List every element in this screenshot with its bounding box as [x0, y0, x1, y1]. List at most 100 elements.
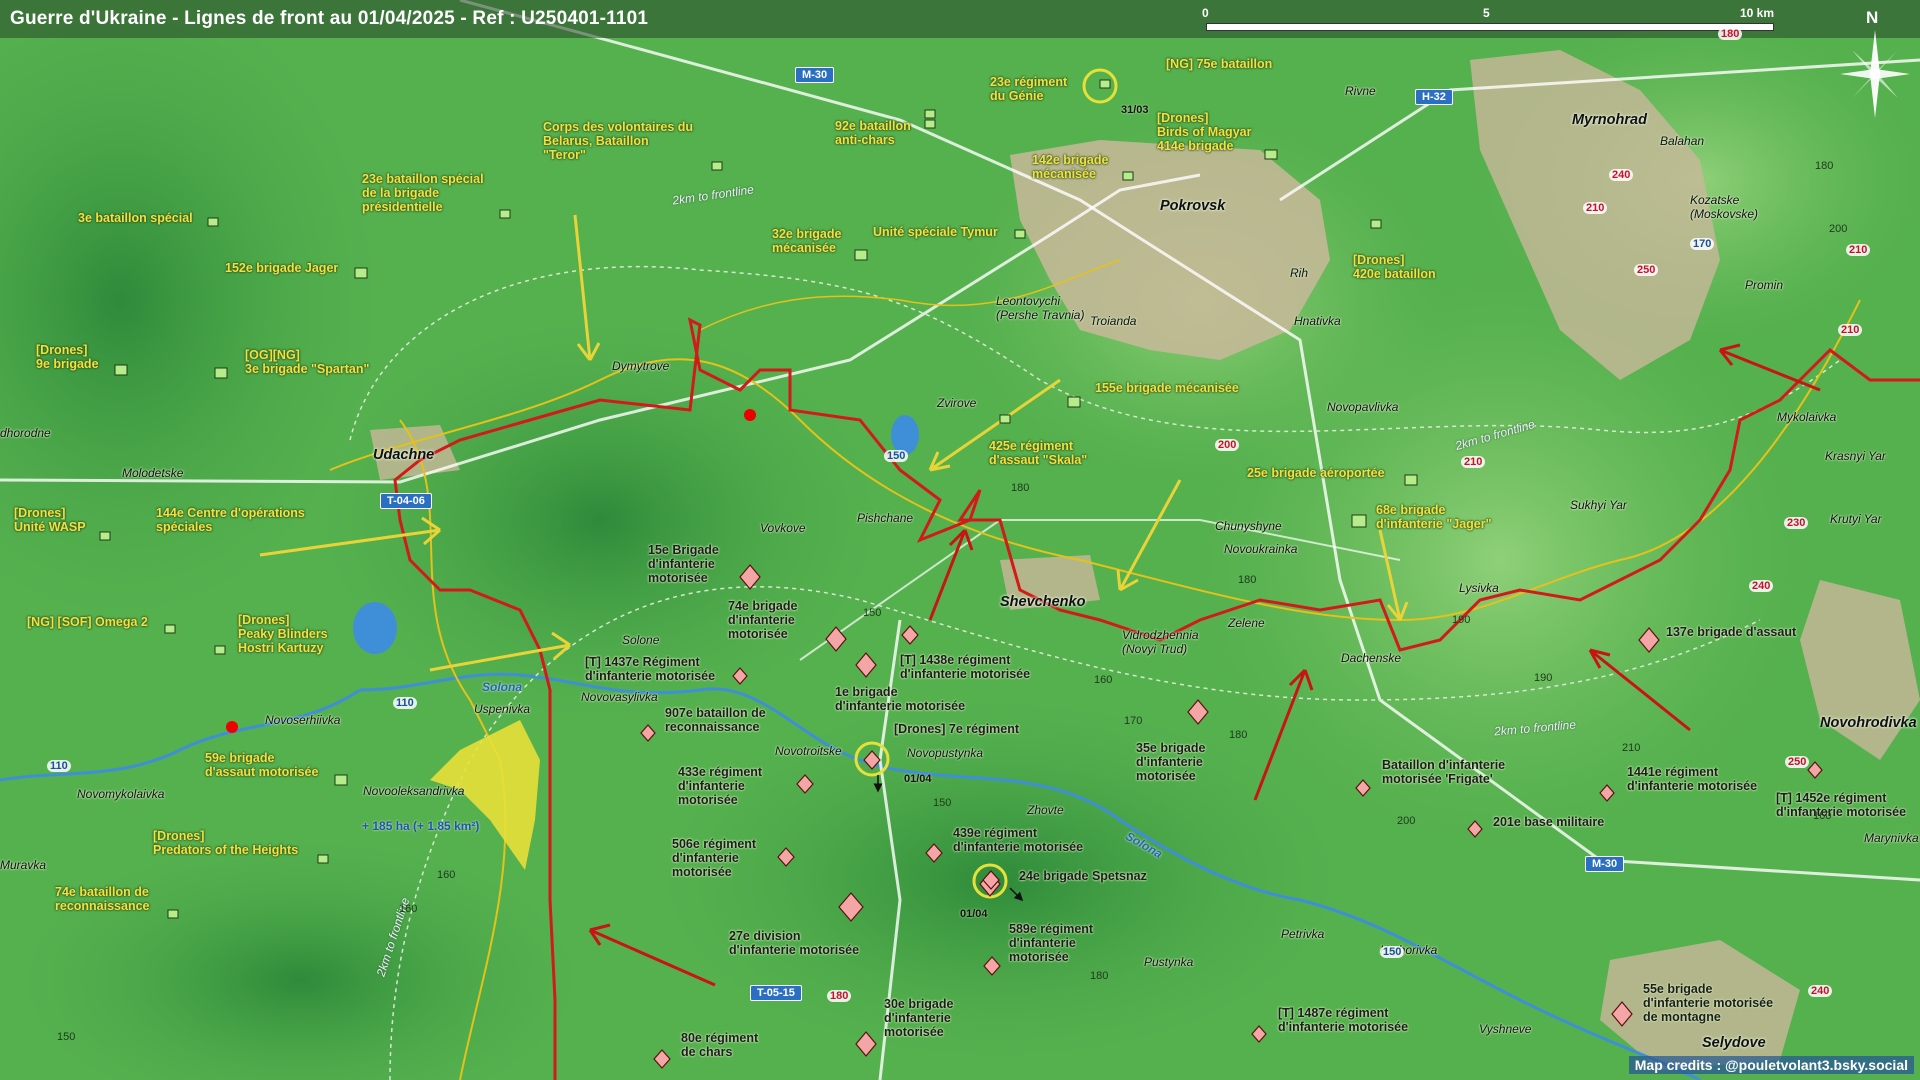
route-number: 250 — [1785, 756, 1810, 768]
ua-unit-label[interactable]: [Drones] Birds of Magyar 414e brigade — [1157, 111, 1251, 153]
ru-unit-label[interactable]: 201e base militaire — [1493, 815, 1604, 829]
ru-unit-label[interactable]: 1e brigade d'infanterie motorisée — [835, 685, 965, 713]
elevation-label: 180 — [1229, 729, 1248, 741]
town-label: Sukhyi Yar — [1570, 498, 1627, 512]
town-label: Molodetske — [122, 466, 184, 480]
ua-unit-label[interactable]: [OG][NG] 3e brigade "Spartan" — [245, 348, 369, 376]
route-number: 200 — [1215, 439, 1240, 451]
ru-unit-label[interactable]: 35e brigade d'infanterie motorisée — [1136, 741, 1205, 783]
ua-unit-label[interactable]: 68e brigade d'infanterie "Jager" — [1376, 503, 1492, 531]
ua-unit-label[interactable]: 25e brigade aéroportée — [1247, 466, 1385, 480]
scale-bar: 0 5 10 km — [1200, 6, 1780, 34]
ua-unit-label[interactable]: [NG] [SOF] Omega 2 — [27, 615, 148, 629]
route-number: 210 — [1838, 324, 1863, 336]
town-label: Novopavlivka — [1327, 400, 1399, 414]
ua-unit-label[interactable]: 23e bataillon spécial de la brigade prés… — [362, 172, 484, 214]
ru-unit-label[interactable]: 74e brigade d'infanterie motorisée — [728, 599, 797, 641]
elevation-label: 200 — [1397, 815, 1416, 827]
ru-unit-label[interactable]: 27e division d'infanterie motorisée — [729, 929, 859, 957]
ru-unit-label[interactable]: 907e bataillon de reconnaissance — [665, 706, 766, 734]
ru-unit-label[interactable]: 55e brigade d'infanterie motorisée de mo… — [1643, 982, 1773, 1024]
elevation-label: 200 — [1829, 223, 1848, 235]
town-label: Novoukrainka — [1224, 542, 1298, 556]
ua-unit-label[interactable]: 425e régiment d'assaut "Skala" — [989, 439, 1087, 467]
scale-label-10: 10 km — [1740, 6, 1775, 20]
town-label: Zhovte — [1027, 803, 1064, 817]
ru-unit-label[interactable]: 137e brigade d'assaut — [1666, 625, 1796, 639]
town-label: Solone — [622, 633, 660, 647]
ua-unit-label[interactable]: [NG] 75e bataillon — [1166, 57, 1272, 71]
town-label: Dymytrove — [612, 359, 670, 373]
ua-unit-label[interactable]: 3e bataillon spécial — [78, 211, 193, 225]
ua-unit-label[interactable]: Corps des volontaires du Belarus, Batail… — [543, 120, 693, 162]
ru-unit-label[interactable]: 80e régiment de chars — [681, 1031, 758, 1059]
town-label: Vyshneve — [1479, 1022, 1532, 1036]
ru-unit-label[interactable]: [Drones] 7e régiment — [894, 722, 1019, 736]
town-label: Vovkove — [760, 521, 806, 535]
ua-unit-label[interactable]: [Drones] Peaky Blinders Hostri Kartuzy — [238, 613, 328, 655]
town-label: Krutyi Yar — [1830, 512, 1882, 526]
elevation-label: 150 — [933, 797, 952, 809]
ua-unit-label[interactable]: 32e brigade mécanisée — [772, 227, 841, 255]
route-number: 210 — [1461, 456, 1486, 468]
ua-unit-label[interactable]: 142e brigade mécanisée — [1032, 153, 1108, 181]
elevation-label: 180 — [1815, 160, 1834, 172]
ru-unit-label[interactable]: [T] 1452e régiment d'infanterie motorisé… — [1776, 791, 1906, 819]
town-label: Novomykolaivka — [77, 787, 165, 801]
town-label: Marynivka — [1864, 831, 1919, 845]
town-label: Chunyshyne — [1215, 519, 1282, 533]
town-label: Krasnyi Yar — [1825, 449, 1886, 463]
road-sign: T-04-06 — [380, 493, 432, 509]
ru-unit-label[interactable]: 24e brigade Spetsnaz — [1019, 869, 1147, 883]
front-line-map[interactable]: Guerre d'Ukraine - Lignes de front au 01… — [0, 0, 1920, 1080]
town-label: Novovasylivka — [581, 690, 658, 704]
ua-unit-label[interactable]: [Drones] 9e brigade — [36, 343, 99, 371]
town-label: Novoserhiivka — [265, 713, 341, 727]
ua-unit-label[interactable]: Unité spéciale Tymur — [873, 225, 998, 239]
compass-star-icon — [1840, 30, 1910, 118]
ua-unit-label[interactable]: [Drones] 420e bataillon — [1353, 253, 1436, 281]
ru-unit-label[interactable]: [T] 1487e régiment d'infanterie motorisé… — [1278, 1006, 1408, 1034]
route-number: 150 — [884, 450, 909, 462]
elevation-label: 160 — [1813, 810, 1832, 822]
city-label: Novohrodivka — [1820, 715, 1917, 731]
city-label: Shevchenko — [1000, 594, 1086, 610]
town-label: Vidrodzhennia (Novyi Trud) — [1122, 628, 1199, 656]
elevation-label: 170 — [1124, 715, 1143, 727]
elevation-label: 210 — [1622, 742, 1641, 754]
ua-unit-label[interactable]: 23e régiment du Génie — [990, 75, 1067, 103]
route-number: 210 — [1846, 244, 1871, 256]
territory-gain-label: + 185 ha (+ 1.85 km²) — [362, 819, 480, 833]
ru-unit-label[interactable]: 439e régiment d'infanterie motorisée — [953, 826, 1083, 854]
town-label: dhorodne — [0, 426, 51, 440]
ua-unit-label[interactable]: 59e brigade d'assaut motorisée — [205, 751, 318, 779]
ua-unit-label[interactable]: [Drones] Predators of the Heights — [153, 829, 298, 857]
town-label: Leontovychi (Pershe Travnia) — [996, 294, 1085, 322]
ua-unit-label[interactable]: 144e Centre d'opérations spéciales — [156, 506, 305, 534]
route-number: 180 — [1718, 28, 1743, 40]
ua-unit-label[interactable]: 155e brigade mécanisée — [1095, 381, 1239, 395]
river-label: Solona — [482, 680, 523, 694]
road-sign: M-30 — [795, 67, 835, 83]
town-label: Muravka — [0, 858, 47, 872]
town-label: Balahan — [1660, 134, 1705, 148]
town-label: Zelene — [1228, 616, 1265, 630]
ru-unit-label[interactable]: 15e Brigade d'infanterie motorisée — [648, 543, 719, 585]
ru-unit-label[interactable]: 506e régiment d'infanterie motorisée — [672, 837, 756, 879]
ru-unit-label[interactable]: [T] 1438e régiment d'infanterie motorisé… — [900, 653, 1030, 681]
ru-unit-label[interactable]: 433e régiment d'infanterie motorisée — [678, 765, 762, 807]
town-label: Troianda — [1090, 314, 1137, 328]
ua-unit-label[interactable]: 152e brigade Jager — [225, 261, 338, 275]
town-label: Uspenivka — [474, 702, 531, 716]
ua-unit-label[interactable]: [Drones] Unité WASP — [14, 506, 86, 534]
ru-unit-label[interactable]: Bataillon d'infanterie motorisée 'Frigat… — [1382, 758, 1505, 786]
ru-unit-label[interactable]: 589e régiment d'infanterie motorisée — [1009, 922, 1093, 964]
ru-unit-label[interactable]: [T] 1437e Régiment d'infanterie motorisé… — [585, 655, 715, 683]
town-label: Rih — [1290, 266, 1309, 280]
ru-unit-label[interactable]: 30e brigade d'infanterie motorisée — [884, 997, 953, 1039]
ua-unit-label[interactable]: 92e bataillon anti-chars — [835, 119, 911, 147]
route-number: 170 — [1690, 238, 1715, 250]
ua-unit-label[interactable]: 74e bataillon de reconnaissance — [55, 885, 150, 913]
ru-unit-label[interactable]: 1441e régiment d'infanterie motorisée — [1627, 765, 1757, 793]
map-title: Guerre d'Ukraine - Lignes de front au 01… — [10, 8, 649, 29]
